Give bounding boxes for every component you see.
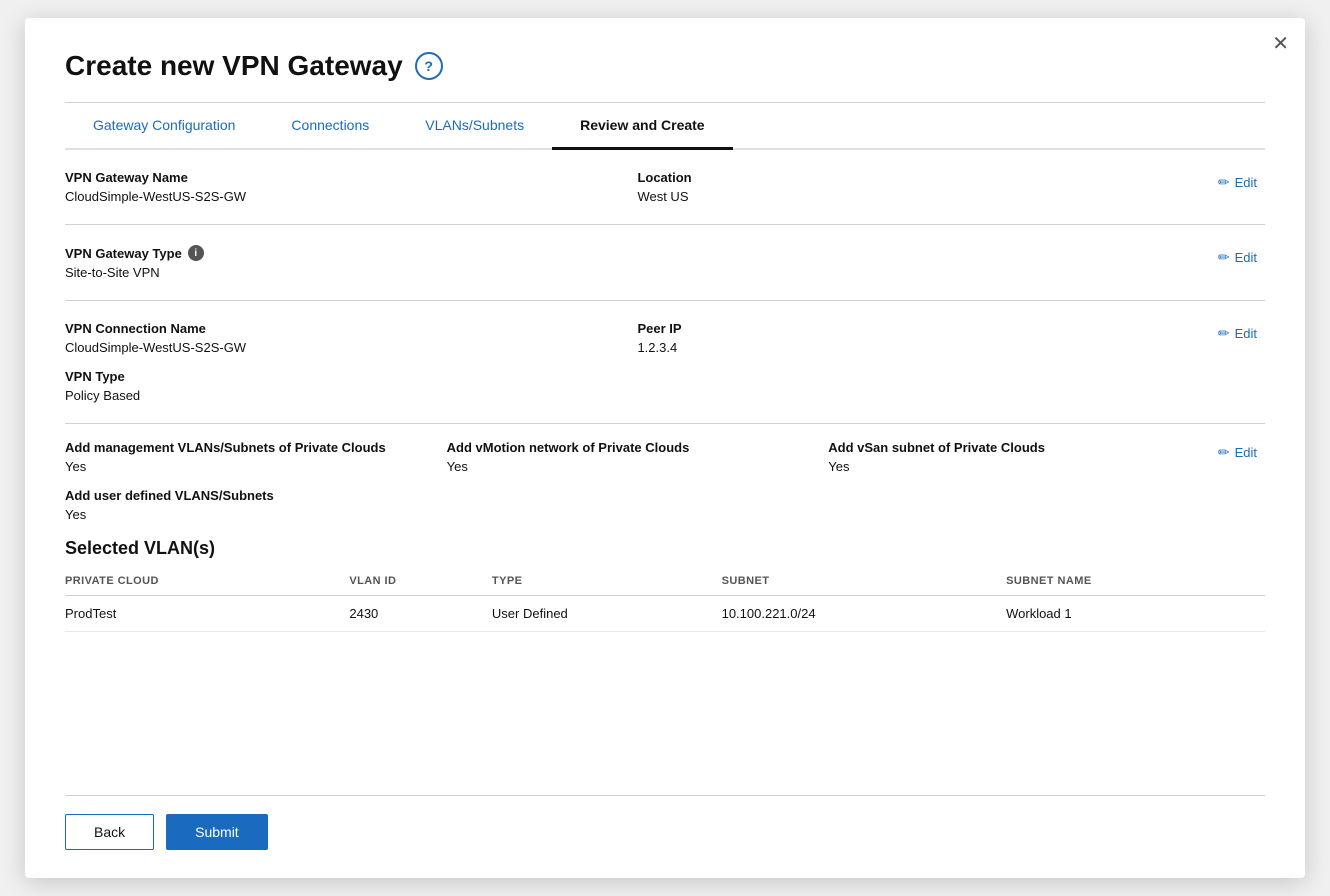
vpn-gateway-type-label: VPN Gateway Type i <box>65 245 1210 261</box>
section-vlans-options: Add management VLANs/Subnets of Private … <box>65 424 1265 652</box>
connection-name-peer-row: VPN Connection Name CloudSimple-WestUS-S… <box>65 321 1210 355</box>
edit-vlans-button[interactable]: ✏ Edit <box>1210 440 1265 465</box>
col-subnet-name: SUBNET NAME <box>1006 569 1265 596</box>
tab-connections[interactable]: Connections <box>263 103 397 150</box>
field-location: Location West US <box>637 170 1209 204</box>
info-icon[interactable]: i <box>188 245 204 261</box>
vlans-header-row: PRIVATE CLOUD VLAN ID TYPE SUBNET SUBNET… <box>65 569 1265 596</box>
field-vpn-connection-name: VPN Connection Name CloudSimple-WestUS-S… <box>65 321 637 355</box>
vlans-top-row: Add management VLANs/Subnets of Private … <box>65 440 1210 474</box>
connection-fields: VPN Connection Name CloudSimple-WestUS-S… <box>65 321 1210 403</box>
user-defined-label: Add user defined VLANS/Subnets <box>65 488 1210 503</box>
title-row: Create new VPN Gateway ? <box>65 50 1265 82</box>
field-vmotion: Add vMotion network of Private Clouds Ye… <box>447 440 829 474</box>
connection-row: VPN Connection Name CloudSimple-WestUS-S… <box>65 321 1265 403</box>
vlans-table: PRIVATE CLOUD VLAN ID TYPE SUBNET SUBNET… <box>65 569 1265 632</box>
modal-title: Create new VPN Gateway <box>65 50 403 82</box>
gateway-type-row: VPN Gateway Type i Site-to-Site VPN ✏ Ed… <box>65 245 1265 280</box>
peer-ip-label: Peer IP <box>637 321 1209 336</box>
gateway-name-row: VPN Gateway Name CloudSimple-WestUS-S2S-… <box>65 170 1265 204</box>
field-peer-ip: Peer IP 1.2.3.4 <box>637 321 1209 355</box>
tab-vlans-subnets[interactable]: VLANs/Subnets <box>397 103 552 150</box>
col-type: TYPE <box>492 569 722 596</box>
edit-gateway-type-button[interactable]: ✏ Edit <box>1210 245 1265 270</box>
vlans-table-header: PRIVATE CLOUD VLAN ID TYPE SUBNET SUBNET… <box>65 569 1265 596</box>
vsan-label: Add vSan subnet of Private Clouds <box>828 440 1210 455</box>
cell-private-cloud: ProdTest <box>65 596 349 632</box>
cell-subnet: 10.100.221.0/24 <box>722 596 1007 632</box>
user-defined-value: Yes <box>65 507 1210 522</box>
vlans-table-body: ProdTest 2430 User Defined 10.100.221.0/… <box>65 596 1265 632</box>
location-value: West US <box>637 189 1209 204</box>
close-button[interactable]: ✕ <box>1272 34 1289 54</box>
vpn-gateway-name-value: CloudSimple-WestUS-S2S-GW <box>65 189 637 204</box>
content-area: VPN Gateway Name CloudSimple-WestUS-S2S-… <box>65 150 1265 787</box>
vpn-connection-name-value: CloudSimple-WestUS-S2S-GW <box>65 340 637 355</box>
col-subnet: SUBNET <box>722 569 1007 596</box>
help-icon[interactable]: ? <box>415 52 443 80</box>
mgmt-vlans-value: Yes <box>65 459 447 474</box>
cell-vlan-id: 2430 <box>349 596 492 632</box>
location-label: Location <box>637 170 1209 185</box>
edit-pencil-icon-2: ✏ <box>1218 249 1230 266</box>
edit-vlans-label: Edit <box>1235 445 1257 460</box>
vsan-value: Yes <box>828 459 1210 474</box>
section-gateway-name: VPN Gateway Name CloudSimple-WestUS-S2S-… <box>65 150 1265 225</box>
user-defined-row: Add user defined VLANS/Subnets Yes <box>65 488 1210 522</box>
vpn-type-label: VPN Type <box>65 369 1210 384</box>
selected-vlans-section: Selected VLAN(s) PRIVATE CLOUD VLAN ID T… <box>65 538 1265 632</box>
edit-gateway-name-label: Edit <box>1235 175 1257 190</box>
col-vlan-id: VLAN ID <box>349 569 492 596</box>
modal-container: ✕ Create new VPN Gateway ? Gateway Confi… <box>25 18 1305 878</box>
field-vpn-gateway-type: VPN Gateway Type i Site-to-Site VPN <box>65 245 1210 280</box>
cell-subnet-name: Workload 1 <box>1006 596 1265 632</box>
edit-gateway-type-label: Edit <box>1235 250 1257 265</box>
cell-type: User Defined <box>492 596 722 632</box>
gateway-name-fields: VPN Gateway Name CloudSimple-WestUS-S2S-… <box>65 170 1210 204</box>
edit-gateway-name-button[interactable]: ✏ Edit <box>1210 170 1265 195</box>
modal-footer: Back Submit <box>65 795 1265 850</box>
vpn-gateway-name-label: VPN Gateway Name <box>65 170 637 185</box>
vmotion-value: Yes <box>447 459 829 474</box>
vlans-option-fields: Add management VLANs/Subnets of Private … <box>65 440 1210 522</box>
edit-pencil-icon-3: ✏ <box>1218 325 1230 342</box>
vpn-gateway-type-value: Site-to-Site VPN <box>65 265 1210 280</box>
edit-connection-label: Edit <box>1235 326 1257 341</box>
table-row: ProdTest 2430 User Defined 10.100.221.0/… <box>65 596 1265 632</box>
col-private-cloud: PRIVATE CLOUD <box>65 569 349 596</box>
field-vpn-gateway-name: VPN Gateway Name CloudSimple-WestUS-S2S-… <box>65 170 637 204</box>
field-vsan: Add vSan subnet of Private Clouds Yes <box>828 440 1210 474</box>
vmotion-label: Add vMotion network of Private Clouds <box>447 440 829 455</box>
tab-gateway-config[interactable]: Gateway Configuration <box>65 103 263 150</box>
mgmt-vlans-label: Add management VLANs/Subnets of Private … <box>65 440 447 455</box>
edit-pencil-icon: ✏ <box>1218 174 1230 191</box>
edit-connection-button[interactable]: ✏ Edit <box>1210 321 1265 346</box>
section-connection: VPN Connection Name CloudSimple-WestUS-S… <box>65 301 1265 424</box>
section-gateway-type: VPN Gateway Type i Site-to-Site VPN ✏ Ed… <box>65 225 1265 301</box>
back-button[interactable]: Back <box>65 814 154 850</box>
field-mgmt-vlans: Add management VLANs/Subnets of Private … <box>65 440 447 474</box>
submit-button[interactable]: Submit <box>166 814 268 850</box>
selected-vlans-title: Selected VLAN(s) <box>65 538 1265 559</box>
vpn-type-value: Policy Based <box>65 388 1210 403</box>
tab-review-create[interactable]: Review and Create <box>552 103 733 150</box>
peer-ip-value: 1.2.3.4 <box>637 340 1209 355</box>
tab-nav: Gateway Configuration Connections VLANs/… <box>65 103 1265 150</box>
vpn-type-row: VPN Type Policy Based <box>65 369 1210 403</box>
vpn-connection-name-label: VPN Connection Name <box>65 321 637 336</box>
edit-pencil-icon-4: ✏ <box>1218 444 1230 461</box>
vlans-options-row: Add management VLANs/Subnets of Private … <box>65 440 1265 522</box>
